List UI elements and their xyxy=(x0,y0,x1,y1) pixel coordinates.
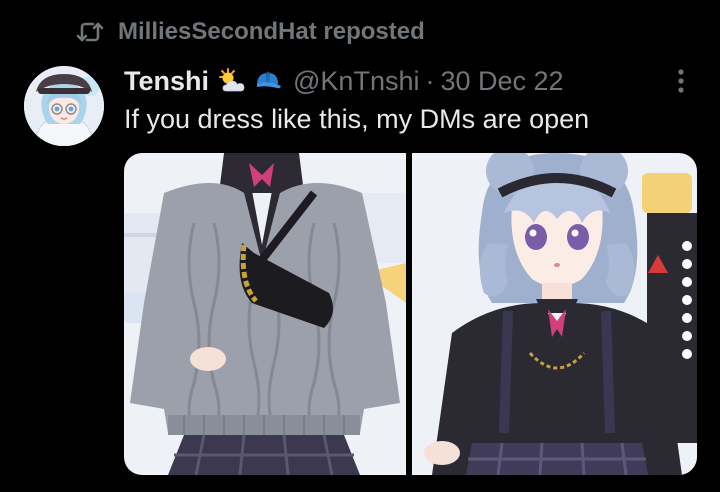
repost-icon xyxy=(76,20,104,44)
tweet-article[interactable]: MilliesSecondHat reposted Tenshi @KnTnsh… xyxy=(0,0,720,492)
author-display-name[interactable]: Tenshi xyxy=(124,66,209,97)
header-separator: · xyxy=(425,65,435,96)
author-handle[interactable]: @KnTnshi xyxy=(293,66,419,97)
more-options-button[interactable] xyxy=(668,66,694,96)
media-image-character-portrait[interactable] xyxy=(412,153,697,475)
media-grid xyxy=(124,153,697,475)
media-image-outfit-torso[interactable] xyxy=(124,153,406,475)
more-options-icon xyxy=(678,69,684,93)
repost-context[interactable]: MilliesSecondHat reposted xyxy=(76,16,425,48)
avatar-image xyxy=(24,66,104,146)
tweet-date[interactable]: 30 Dec 22 xyxy=(440,66,563,97)
tweet-text: If you dress like this, my DMs are open xyxy=(124,104,590,134)
author-name-emoji xyxy=(217,67,283,95)
tweet-header: Tenshi @KnTnshi · 30 Dec 22 xyxy=(124,62,564,100)
repost-label[interactable]: MilliesSecondHat reposted xyxy=(118,18,425,46)
avatar[interactable] xyxy=(24,66,104,146)
blue-cap-emoji xyxy=(257,71,282,89)
sun-behind-cloud-emoji xyxy=(219,68,245,92)
